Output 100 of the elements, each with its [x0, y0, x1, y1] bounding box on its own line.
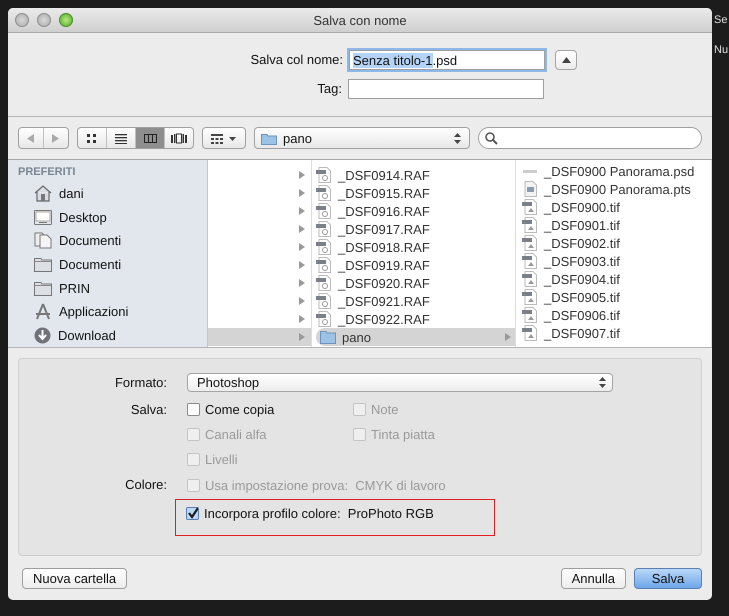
sidebar-item[interactable]: Download	[18, 323, 207, 347]
file-icon	[316, 257, 332, 273]
file-row[interactable]: _DSF0914.RAF	[312, 166, 515, 184]
folder-icon	[320, 330, 336, 344]
triangle-icon	[562, 56, 570, 62]
sidebar-item[interactable]: Applicazioni	[18, 300, 207, 324]
format-popup[interactable]: Photoshop	[187, 373, 613, 392]
checkbox-option[interactable]: Come copia	[187, 401, 353, 417]
disclosure-icon[interactable]	[299, 225, 305, 233]
expand-button[interactable]	[555, 50, 577, 70]
save-button[interactable]: Salva	[634, 568, 702, 588]
file-row[interactable]: _DSF0901.tif	[516, 216, 711, 234]
search-field[interactable]	[478, 127, 702, 149]
folder-icon	[34, 257, 52, 272]
disclosure-icon[interactable]	[299, 297, 305, 305]
name-label: Salva col nome:	[250, 52, 343, 67]
file-icon	[316, 239, 332, 255]
image-file-icon	[522, 325, 538, 341]
disclosure-icon[interactable]	[299, 207, 305, 215]
window-title: Salva con nome	[313, 12, 407, 28]
image-file-icon	[522, 199, 538, 215]
sidebar-item[interactable]: Documenti	[18, 252, 207, 276]
sidebar-item[interactable]: Documenti	[18, 229, 207, 253]
image-file-icon	[522, 217, 538, 233]
file-row[interactable]: _DSF0920.RAF	[312, 274, 515, 292]
file-icon	[316, 203, 332, 219]
cancel-button[interactable]: Annulla	[560, 568, 626, 588]
file-icon	[316, 221, 332, 237]
folder-icon	[34, 280, 52, 296]
file-row[interactable]: pano	[316, 328, 515, 346]
sidebar-item[interactable]: Desktop	[18, 206, 207, 230]
sidebar-item[interactable]: dani	[18, 182, 207, 206]
disclosure-icon[interactable]	[299, 189, 305, 197]
file-icon	[316, 167, 332, 183]
column-view-button[interactable]	[136, 128, 165, 148]
sidebar-item[interactable]: PRIN	[18, 276, 207, 300]
file-row[interactable]: _DSF0922.RAF	[312, 310, 515, 328]
image-file-icon	[522, 235, 538, 251]
zoom-button[interactable]	[59, 13, 73, 27]
file-icon	[316, 293, 332, 309]
file-row[interactable]: _DSF0900 Panorama.psd	[516, 160, 711, 180]
list-icon	[115, 132, 127, 144]
file-row[interactable]: _DSF0916.RAF	[312, 202, 515, 220]
image-file-icon	[522, 253, 538, 269]
documents-icon	[34, 232, 52, 250]
file-row[interactable]: _DSF0921.RAF	[312, 292, 515, 310]
file-row[interactable]: _DSF0900.tif	[516, 198, 711, 216]
file-row[interactable]: _DSF0904.tif	[516, 270, 711, 288]
file-row[interactable]: _DSF0905.tif	[516, 288, 711, 306]
background-text: Nu	[714, 44, 729, 56]
background-text: Se	[714, 14, 728, 26]
disclosure-icon[interactable]	[299, 279, 305, 287]
file-row[interactable]: _DSF0917.RAF	[312, 220, 515, 238]
arrange-button[interactable]	[202, 127, 246, 149]
file-row[interactable]: _DSF0900 Panorama.pts	[516, 180, 711, 198]
name-field[interactable]: Senza titolo-1.psd	[349, 50, 545, 70]
updown-icon	[454, 132, 461, 144]
updown-icon	[599, 377, 606, 388]
sidebar-header: PREFERITI	[18, 166, 76, 178]
file-row[interactable]: _DSF0902.tif	[516, 234, 711, 252]
disclosure-icon[interactable]	[299, 243, 305, 251]
path-popup[interactable]: pano	[254, 127, 470, 149]
document-icon	[522, 181, 538, 197]
app-store-icon	[34, 303, 52, 320]
file-icon	[316, 275, 332, 291]
home-icon	[34, 185, 52, 202]
disclosure-icon[interactable]	[299, 171, 305, 179]
checkbox-option[interactable]: Incorpora profilo colore: ProPhoto RGB	[186, 505, 434, 521]
file-row[interactable]: _DSF0906.tif	[516, 306, 711, 324]
format-label: Formato:	[114, 375, 167, 390]
file-row[interactable]: _DSF0915.RAF	[312, 184, 515, 202]
arrange-icon	[211, 132, 237, 144]
tag-label: Tag:	[316, 81, 342, 96]
disclosure-icon[interactable]	[505, 333, 511, 341]
search-icon	[485, 132, 498, 144]
desktop-icon	[34, 210, 52, 225]
new-folder-button[interactable]: Nuova cartella	[22, 568, 128, 588]
file-icon	[316, 311, 332, 327]
file-row[interactable]: _DSF0918.RAF	[312, 238, 515, 256]
tag-field[interactable]	[348, 78, 544, 98]
forward-icon	[52, 134, 60, 142]
image-file-icon	[522, 307, 538, 323]
folder-icon	[261, 132, 277, 144]
cover-flow-icon	[171, 132, 187, 144]
back-icon	[27, 134, 35, 142]
disclosure-icon[interactable]	[299, 315, 305, 323]
download-icon	[34, 326, 51, 344]
checkmark-icon	[187, 507, 198, 519]
disclosure-icon[interactable]	[299, 261, 305, 269]
columns-icon	[144, 132, 156, 144]
minimize-button[interactable]	[37, 13, 51, 27]
file-row[interactable]: _DSF0919.RAF	[312, 256, 515, 274]
file-icon	[522, 170, 538, 172]
save-label: Salva:	[130, 401, 167, 417]
grid-icon	[86, 132, 98, 144]
file-row[interactable]: _DSF0907.tif	[516, 324, 711, 342]
image-file-icon	[522, 289, 538, 305]
close-button[interactable]	[15, 13, 29, 27]
file-row[interactable]: _DSF0903.tif	[516, 252, 711, 270]
disclosure-icon[interactable]	[299, 333, 305, 341]
